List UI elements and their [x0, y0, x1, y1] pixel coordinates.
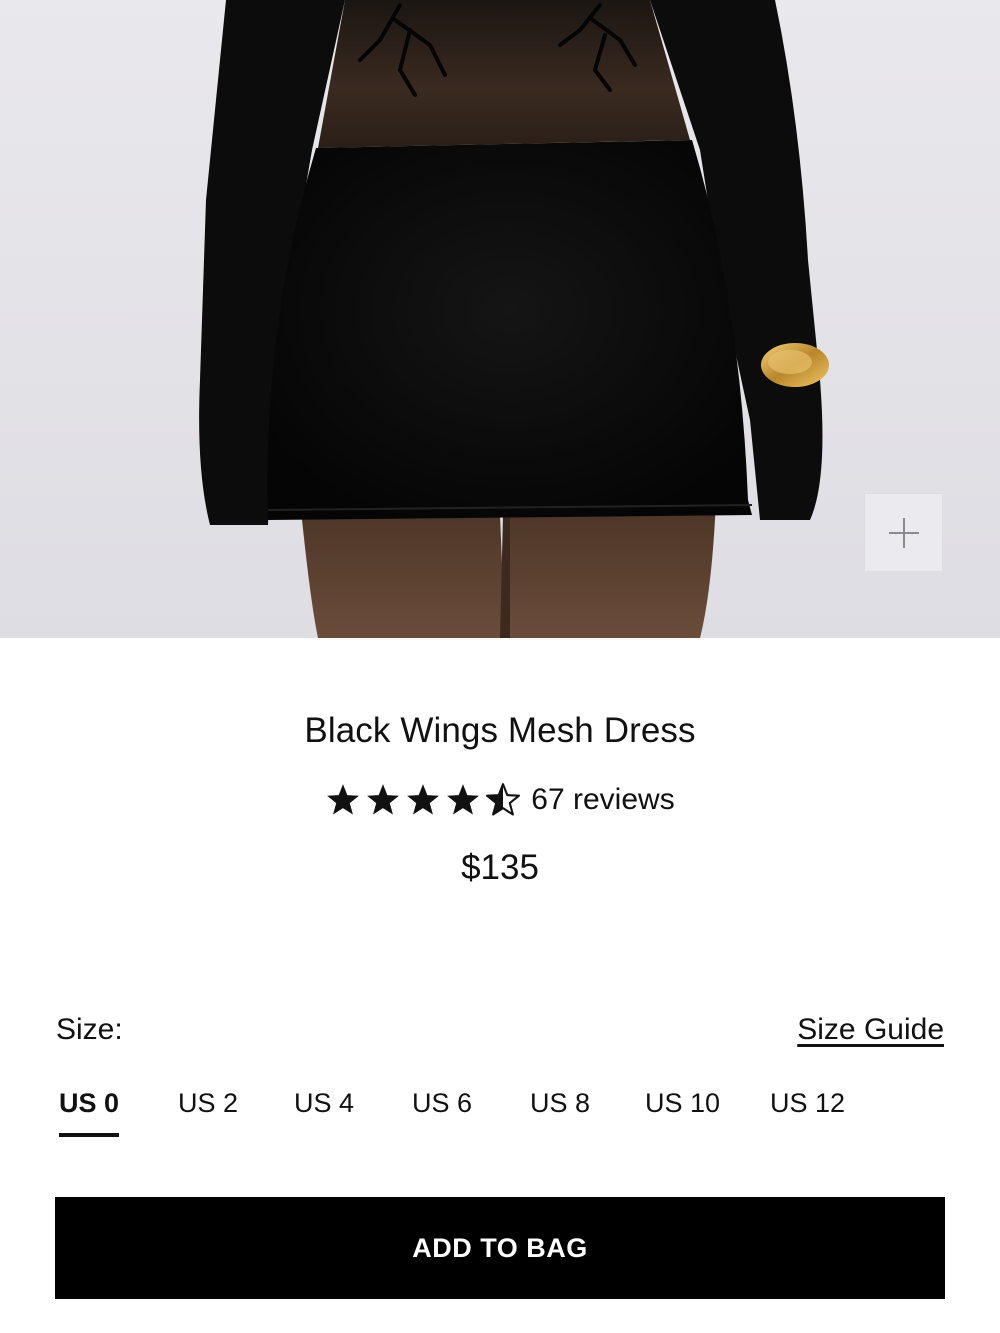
rating-row[interactable]: 67 reviews	[0, 780, 1000, 820]
reviews-link[interactable]: 67 reviews	[531, 783, 674, 817]
product-title: Black Wings Mesh Dress	[304, 711, 696, 750]
size-option-us-0[interactable]: US 0	[59, 1088, 120, 1137]
size-option-us-10[interactable]: US 10	[645, 1088, 720, 1133]
product-image[interactable]	[0, 0, 1000, 638]
star-icon	[447, 784, 480, 815]
zoom-button[interactable]	[864, 493, 943, 572]
star-icon	[407, 784, 440, 815]
size-option-us-12[interactable]: US 12	[770, 1088, 845, 1133]
size-label: Size:	[56, 1013, 123, 1046]
add-to-bag-button[interactable]: ADD TO BAG	[55, 1197, 945, 1299]
star-rating	[325, 783, 521, 817]
star-icon	[327, 784, 360, 815]
product-price: $135	[461, 848, 539, 887]
product-image-illustration	[0, 0, 1000, 638]
size-option-us-6[interactable]: US 6	[412, 1088, 472, 1133]
size-guide-link[interactable]: Size Guide	[797, 1013, 944, 1047]
size-option-us-8[interactable]: US 8	[530, 1088, 590, 1133]
product-page: Black Wings Mesh Dress 67 reviews $135 S…	[0, 0, 1000, 1333]
plus-icon	[888, 517, 919, 548]
star-icon	[367, 784, 400, 815]
size-option-us-2[interactable]: US 2	[178, 1088, 238, 1133]
size-option-us-4[interactable]: US 4	[294, 1088, 354, 1133]
star-half-icon	[486, 783, 521, 816]
